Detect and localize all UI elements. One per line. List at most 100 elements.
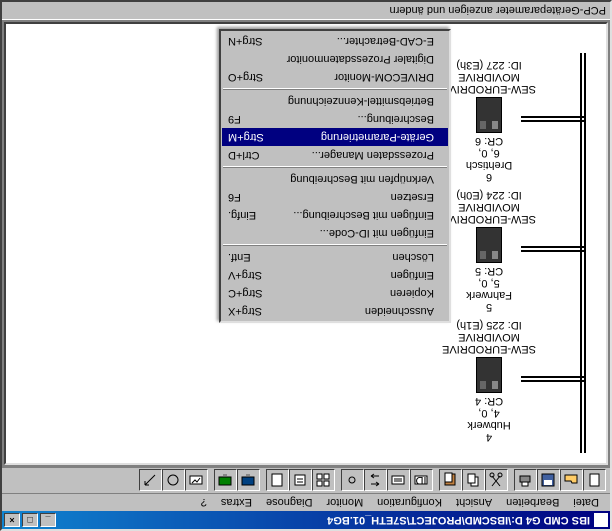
menu-separator [223,166,447,168]
menu-item-label: Einfügen [280,269,434,281]
tool-desc[interactable] [266,470,289,492]
menu-item[interactable]: KopierenStrg+C [222,284,448,302]
device-num: 5 [442,301,536,313]
workarea: 4 Hubwerk 4, 0, CR: 4 SEW-EURODRIVE MOVI… [2,20,610,467]
menu-item[interactable]: Einfügen mit Beschreibung...Einfg. [222,206,448,224]
menu-bearbeiten[interactable]: Bearbeiten [499,495,566,511]
statusbar: PCP-Geräteparameter anzeigen und ändern [2,2,610,20]
menu-extras[interactable]: Extras [214,495,259,511]
menu-konfiguration[interactable]: Konfiguration [370,495,449,511]
window-title: IBS CMD G4 D:\IBSCMD\PROJECT\S7ETH_01.BG… [327,514,590,526]
tool-save[interactable] [537,470,560,492]
menu-item-label: Geräte-Parametrierung [282,131,434,143]
menu-item[interactable]: Betriebsmittel-Kennzeichnung [222,92,448,110]
close-button[interactable]: × [4,513,20,527]
menu-separator [223,88,447,90]
menu-item[interactable]: ErsetzenF6 [222,188,448,206]
device-val: 4, 0, [442,407,536,419]
menu-item[interactable]: DRIVECOM-MonitorStrg+O [222,68,448,86]
menu-item-label: Ersetzen [259,191,434,203]
menu-item-shortcut: F9 [228,113,241,125]
menu-item-shortcut: Einfg. [228,209,256,221]
child-window: 4 Hubwerk 4, 0, CR: 4 SEW-EURODRIVE MOVI… [4,22,608,465]
menu-diagnose[interactable]: Diagnose [259,495,319,511]
tool-link[interactable] [341,470,364,492]
device-icon [476,97,502,133]
context-menu: AusschneidenStrg+XKopierenStrg+CEinfügen… [219,29,451,323]
menu-item-label: E-CAD-Betrachter... [281,35,434,47]
menu-item-label: Betriebsmittel-Kennzeichnung [246,95,434,107]
minimize-button[interactable]: _ [40,513,56,527]
menu-item[interactable]: Einfügen Strg+V [222,266,448,284]
toolbar: ID [2,467,610,493]
device-fahrwerk[interactable]: 5 Fahrwerk 5, 0, CR: 5 SEW-EURODRIVE MOV… [442,189,536,313]
device-drv3: ID: 224 (E0h) [442,189,536,201]
bus-wire-vertical [584,53,586,453]
device-val: 5, 0, [442,277,536,289]
device-hubwerk[interactable]: 4 Hubwerk 4, 0, CR: 4 SEW-EURODRIVE MOVI… [442,319,536,443]
tool-param[interactable] [289,470,312,492]
device-label: Drehtisch [442,159,536,171]
tool-pd-manager[interactable] [312,470,335,492]
tool-extra2[interactable] [139,470,162,492]
menu-item[interactable]: AusschneidenStrg+X [222,302,448,320]
menu-item[interactable]: Prozessdaten Manager... Ctrl+D [222,146,448,164]
tool-print[interactable] [514,470,537,492]
device-drv3: ID: 227 (E3h) [442,59,536,71]
tool-paste[interactable] [439,470,462,492]
tool-monitor1[interactable] [237,470,260,492]
svg-text:ID: ID [416,475,427,487]
tool-extra1[interactable] [162,470,185,492]
tool-open[interactable] [560,470,583,492]
device-label: Fahrwerk [442,289,536,301]
titlebar: IBS CMD G4 D:\IBSCMD\PROJECT\S7ETH_01.BG… [2,511,610,529]
menu-item[interactable]: E-CAD-Betrachter... Strg+N [222,32,448,50]
menu-item[interactable]: Digitaler Prozessdatenmonitor [222,50,448,68]
tool-copy[interactable] [462,470,485,492]
device-drv1: SEW-EURODRIVE [442,83,536,95]
menu-item[interactable]: Beschreibung... F9 [222,110,448,128]
tool-cut[interactable] [485,470,508,492]
tool-insert-id[interactable]: ID [410,470,433,492]
app-icon [594,513,608,527]
menu-item-label: Beschreibung... [259,113,434,125]
tool-ecad[interactable] [185,470,208,492]
tool-new[interactable] [583,470,606,492]
bus-wire-vertical2 [580,53,582,453]
device-val: 6, 0, [442,147,536,159]
menu-item-shortcut: Entf. [228,251,251,263]
menu-item[interactable]: Verknüpfen mit Beschreibung [222,170,448,188]
device-drv1: SEW-EURODRIVE [442,213,536,225]
menu-datei[interactable]: Datei [566,495,606,511]
tool-insert-desc[interactable] [387,470,410,492]
device-drehtisch[interactable]: 6 Drehtisch 6, 0, CR: 6 SEW-EURODRIVE MO… [442,59,536,183]
device-label: Hubwerk [442,419,536,431]
menu-item-label: Löschen [269,251,434,263]
device-drv2: MOVIDRIVE [442,71,536,83]
device-drv2: MOVIDRIVE [442,201,536,213]
menu-item-shortcut: Strg+V [228,269,262,281]
device-num: 4 [442,431,536,443]
menu-item-label: Prozessdaten Manager... [277,149,434,161]
menubar: Datei Bearbeiten Ansicht Konfiguration M… [2,493,610,511]
menu-monitor[interactable]: Monitor [320,495,371,511]
menu-ansicht[interactable]: Ansicht [449,495,499,511]
menu-help[interactable]: ? [194,495,214,511]
menu-item-shortcut: Strg+O [228,71,263,83]
menu-item[interactable]: Einfügen mit ID-Code... [222,224,448,242]
device-cr: CR: 4 [442,395,536,407]
menu-item-shortcut: Ctrl+D [228,149,259,161]
device-icon [476,227,502,263]
tool-replace[interactable] [364,470,387,492]
menu-item-label: Digitaler Prozessdatenmonitor [246,53,434,65]
bus-canvas[interactable]: 4 Hubwerk 4, 0, CR: 4 SEW-EURODRIVE MOVI… [6,24,606,463]
menu-item[interactable]: Löschen Entf. [222,248,448,266]
menu-item-shortcut: Strg+M [228,131,264,143]
menu-item-label: Einfügen mit ID-Code... [246,227,434,239]
menu-item[interactable]: Geräte-Parametrierung Strg+M [222,128,448,146]
device-drv2: MOVIDRIVE [442,331,536,343]
tool-monitor2[interactable] [214,470,237,492]
menu-item-shortcut: Strg+N [228,35,263,47]
maximize-button[interactable]: □ [22,513,38,527]
menu-separator [223,244,447,246]
